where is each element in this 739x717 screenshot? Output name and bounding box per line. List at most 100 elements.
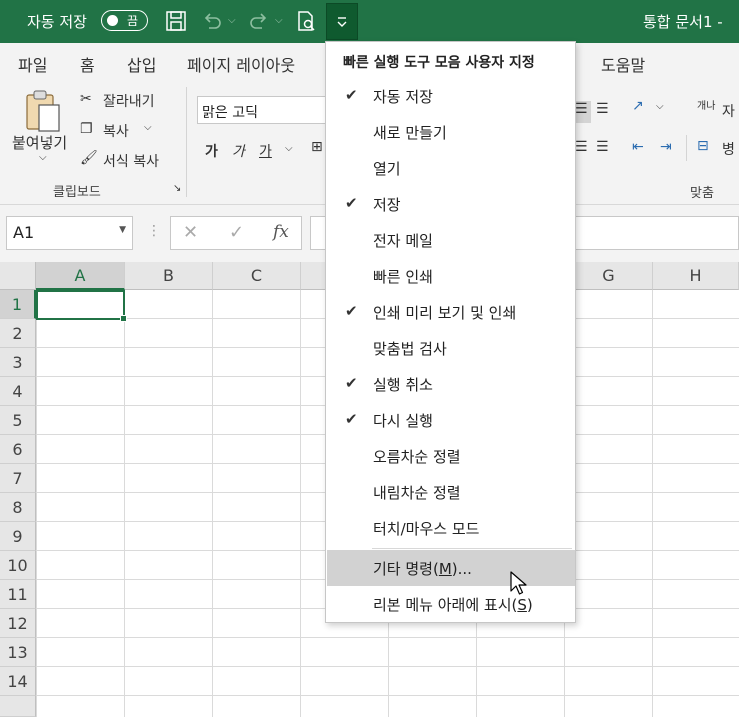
merge-icon: ⊟ (697, 138, 709, 154)
bold-button[interactable]: 가 (205, 141, 218, 161)
mouse-cursor-icon (510, 571, 528, 601)
insert-function-button[interactable]: fx (273, 222, 289, 242)
redo-icon[interactable] (246, 8, 272, 34)
menu-item-label: 빠른 인쇄 (373, 268, 433, 286)
cancel-icon[interactable]: ✕ (183, 222, 198, 243)
name-box-dropdown-icon[interactable]: ▼ (119, 225, 126, 235)
row-header[interactable]: 11 (0, 580, 36, 609)
menu-item-email[interactable]: 전자 메일 (327, 222, 575, 258)
autosave-state: 끔 (127, 14, 139, 28)
column-header[interactable]: C (213, 262, 301, 290)
copy-icon: ❐ (80, 121, 93, 137)
row-header[interactable]: 9 (0, 522, 36, 551)
format-painter-icon: 🖌 (80, 150, 98, 166)
column-header[interactable]: B (125, 262, 213, 290)
row-header[interactable]: 12 (0, 609, 36, 638)
orientation-icon[interactable]: ↗ (632, 98, 644, 114)
menu-item-more-commands[interactable]: 기타 명령(M)... (327, 550, 575, 586)
redo-dropdown-icon[interactable]: ⌵ (275, 15, 283, 26)
group-divider (186, 87, 187, 197)
menu-item-sort-descending[interactable]: 내림차순 정렬 (327, 474, 575, 510)
underline-dropdown-icon[interactable]: ⌵ (285, 143, 293, 154)
tab-home[interactable]: 홈 (80, 52, 95, 84)
row-header[interactable]: 2 (0, 319, 36, 348)
select-all-button[interactable] (0, 262, 36, 290)
menu-item-redo[interactable]: ✔ 다시 실행 (327, 402, 575, 438)
row-header[interactable]: 10 (0, 551, 36, 580)
name-box-value: A1 (13, 223, 35, 242)
save-icon[interactable] (163, 8, 189, 34)
formula-bar-grip-icon[interactable]: ⋮ (147, 223, 161, 239)
name-box[interactable]: A1 ▼ (6, 216, 133, 250)
menu-item-show-below-ribbon[interactable]: 리본 메뉴 아래에 표시(S) (327, 586, 575, 622)
menu-item-open[interactable]: 열기 (327, 150, 575, 186)
row-header[interactable]: 6 (0, 435, 36, 464)
paste-icon[interactable] (23, 89, 63, 137)
menu-item-save[interactable]: ✔ 저장 (327, 186, 575, 222)
wrap-text-button[interactable]: 자 (722, 101, 735, 121)
tab-page-layout[interactable]: 페이지 레이아웃 (187, 52, 295, 76)
row-header[interactable]: 8 (0, 493, 36, 522)
document-title: 통합 문서1 - (643, 13, 723, 31)
menu-item-new[interactable]: 새로 만들기 (327, 114, 575, 150)
copy-dropdown-icon[interactable]: ⌵ (144, 122, 152, 133)
autosave-toggle[interactable]: 끔 (101, 10, 148, 31)
column-header[interactable]: A (36, 262, 125, 290)
copy-button[interactable]: 복사 (103, 121, 129, 141)
menu-item-label: 전자 메일 (373, 232, 433, 250)
underline-button[interactable]: 가 (259, 141, 272, 161)
menu-item-quick-print[interactable]: 빠른 인쇄 (327, 258, 575, 294)
undo-icon[interactable] (199, 8, 225, 34)
row-header[interactable]: 13 (0, 638, 36, 667)
paste-dropdown-icon[interactable]: ⌵ (39, 152, 47, 163)
format-painter-button[interactable]: 서식 복사 (103, 151, 159, 171)
menu-item-spelling[interactable]: 맞춤법 검사 (327, 330, 575, 366)
menu-separator (372, 548, 572, 549)
align-right-icon[interactable]: ☰ (596, 139, 609, 155)
customize-qat-icon[interactable] (326, 3, 358, 40)
print-preview-icon[interactable] (293, 8, 319, 34)
font-name-box[interactable]: 맑은 고딕 (197, 96, 337, 124)
menu-item-label: 오름차순 정렬 (373, 448, 461, 466)
row-header[interactable]: 1 (0, 290, 36, 319)
decrease-indent-icon[interactable]: ⇤ (632, 139, 644, 155)
row-header[interactable]: 4 (0, 377, 36, 406)
row-header[interactable]: 3 (0, 348, 36, 377)
menu-item-label: 리본 메뉴 아래에 표시(S) (373, 596, 533, 614)
clipboard-launcher-icon[interactable]: ↘ (173, 183, 181, 194)
merge-button[interactable]: 병 (722, 139, 735, 159)
tab-insert[interactable]: 삽입 (127, 52, 156, 76)
menu-item-undo[interactable]: ✔ 실행 취소 (327, 366, 575, 402)
customize-qat-menu: 빠른 실행 도구 모음 사용자 지정 ✔ 자동 저장 새로 만들기 열기 ✔ 저… (325, 41, 576, 623)
menu-item-label: 맞춤법 검사 (373, 340, 447, 358)
undo-dropdown-icon[interactable]: ⌵ (228, 15, 236, 26)
border-icon[interactable]: ⊞ (311, 139, 323, 155)
menu-item-autosave[interactable]: ✔ 자동 저장 (327, 78, 575, 114)
italic-button[interactable]: 가 (232, 141, 245, 161)
enter-icon[interactable]: ✓ (229, 222, 244, 243)
row-header[interactable]: 5 (0, 406, 36, 435)
column-header[interactable]: G (565, 262, 653, 290)
row-header-partial[interactable] (0, 696, 36, 717)
menu-item-print-preview[interactable]: ✔ 인쇄 미리 보기 및 인쇄 (327, 294, 575, 330)
check-icon: ✔ (345, 374, 358, 392)
active-cell-a1[interactable] (36, 290, 127, 322)
orientation-dropdown-icon[interactable]: ⌵ (656, 101, 664, 112)
menu-item-sort-ascending[interactable]: 오름차순 정렬 (327, 438, 575, 474)
align-center-icon[interactable]: ☰ (575, 139, 588, 155)
tab-help[interactable]: 도움말 (601, 52, 645, 76)
clipboard-group-label: 클립보드 (53, 185, 101, 200)
menu-item-label: 기타 명령(M)... (373, 560, 472, 578)
check-icon: ✔ (345, 86, 358, 104)
cut-button[interactable]: 잘라내기 (103, 91, 155, 111)
menu-item-touch-mode[interactable]: 터치/마우스 모드 (327, 510, 575, 546)
toggle-knob (107, 14, 118, 26)
paste-button[interactable]: 붙여넣기 (12, 132, 67, 153)
align-middle-icon[interactable]: ☰ (596, 101, 609, 117)
wrap-text-icon: 개나 (697, 101, 716, 112)
tab-file[interactable]: 파일 (18, 52, 47, 76)
column-header[interactable]: H (653, 262, 739, 290)
row-header[interactable]: 14 (0, 667, 36, 696)
row-header[interactable]: 7 (0, 464, 36, 493)
increase-indent-icon[interactable]: ⇥ (660, 139, 672, 155)
